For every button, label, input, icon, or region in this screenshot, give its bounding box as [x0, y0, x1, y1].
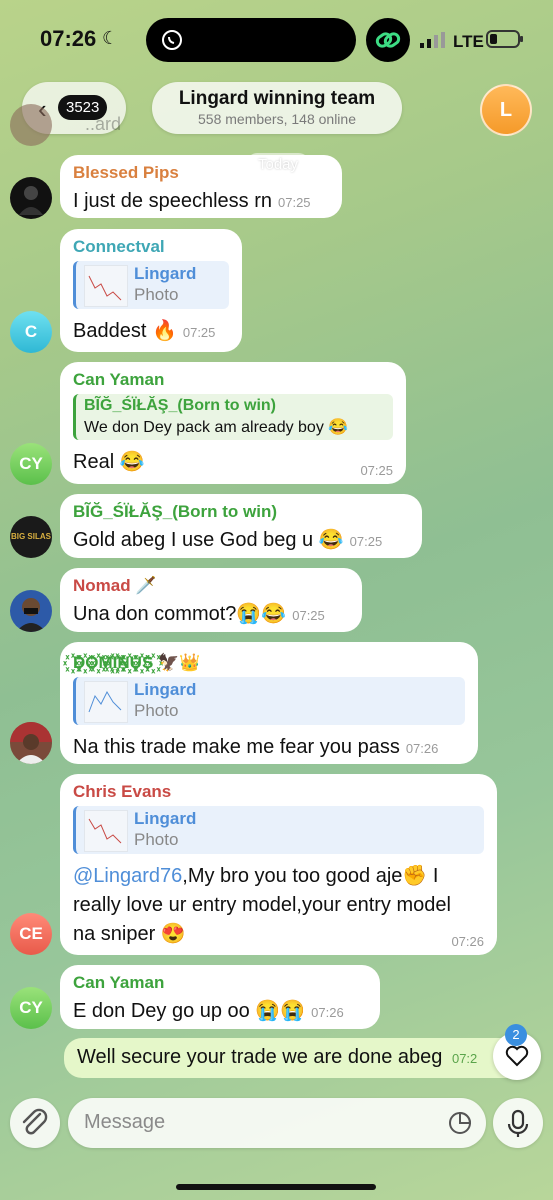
- message-time: 07:25: [182, 325, 216, 340]
- message-text: I just de speechless rn: [73, 190, 272, 212]
- sticker-icon[interactable]: [448, 1111, 472, 1135]
- outgoing-message-bubble[interactable]: Well secure your trade we are done abeg …: [64, 1038, 534, 1078]
- avatar[interactable]: CY: [10, 987, 52, 1029]
- paperclip-icon: [22, 1108, 48, 1135]
- chat-subtitle: 558 members, 148 online: [198, 111, 356, 127]
- reply-sender: Lingard: [134, 264, 197, 283]
- voice-record-button[interactable]: [493, 1098, 543, 1148]
- avatar[interactable]: BIG SILAS: [10, 516, 52, 558]
- message-time: 07:25: [360, 463, 393, 478]
- reply-sender: BĨĞ_ŚÏŁĂŞ_(Born to win): [84, 397, 276, 414]
- message-input[interactable]: Message: [68, 1098, 486, 1148]
- moon-icon: ☾: [102, 28, 119, 48]
- sender-name[interactable]: Nomad 🗡️: [73, 576, 349, 596]
- whatsapp-icon: [162, 30, 182, 50]
- sender-name[interactable]: Can Yaman: [73, 370, 393, 390]
- message-bubble[interactable]: Chris Evans Lingard Photo @Lingard76,My …: [60, 774, 497, 955]
- microphone-icon: [507, 1109, 529, 1137]
- reactions-count-badge: 2: [505, 1024, 527, 1046]
- message-bubble[interactable]: BĨĞ_ŚÏŁĂŞ_(Born to win) Gold abeg I use …: [60, 494, 422, 558]
- status-bar: 07:26 ☾ LTE: [0, 0, 553, 80]
- message-time: 07:25: [292, 608, 325, 623]
- avatar[interactable]: [10, 590, 52, 632]
- message-text: Real 😂: [73, 451, 145, 473]
- message-time: 07:2: [451, 1051, 478, 1066]
- chart-thumbnail: [84, 265, 128, 307]
- heart-icon: [505, 1045, 529, 1067]
- group-avatar[interactable]: L: [480, 84, 532, 136]
- dynamic-island: [146, 18, 356, 62]
- sender-name[interactable]: Can Yaman: [73, 973, 367, 993]
- home-indicator: [176, 1184, 376, 1190]
- reply-preview[interactable]: BĨĞ_ŚÏŁĂŞ_(Born to win) We don Dey pack …: [73, 394, 393, 440]
- avatar-image: [19, 186, 43, 215]
- message-time: 07:26: [405, 741, 439, 756]
- message-text: Una don commot?😭😂: [73, 603, 287, 625]
- reply-type: Photo: [134, 285, 179, 304]
- avatar[interactable]: [10, 722, 52, 764]
- message-text: Na this trade make me fear you pass: [73, 736, 400, 758]
- chart-thumbnail: [84, 810, 128, 852]
- avatar[interactable]: [10, 104, 52, 146]
- chat-title: Lingard winning team: [178, 88, 376, 109]
- reply-preview[interactable]: Lingard Photo: [73, 806, 484, 854]
- chat-header[interactable]: Lingard winning team 558 members, 148 on…: [152, 82, 402, 134]
- message-time: 07:25: [349, 534, 383, 549]
- activity-indicator: [366, 18, 410, 62]
- attach-button[interactable]: [10, 1098, 60, 1148]
- message-bubble[interactable]: Nomad 🗡️ Una don commot?😭😂 07:25: [60, 568, 362, 632]
- reply-preview[interactable]: Lingard Photo: [73, 261, 229, 309]
- faded-sender-name: ..ard: [85, 114, 122, 134]
- message-time: 07:25: [278, 195, 311, 210]
- chart-thumbnail: [84, 681, 128, 723]
- avatar[interactable]: CE: [10, 913, 52, 955]
- message-text: Gold abeg I use God beg u 😂: [73, 529, 344, 551]
- reply-sender: Lingard: [134, 680, 197, 699]
- message-text: Well secure your trade we are done abeg: [77, 1046, 443, 1068]
- network-type: LTE: [453, 32, 484, 51]
- battery-icon: [486, 30, 523, 48]
- signal-icon: [420, 32, 445, 48]
- reply-sender: Lingard: [134, 809, 197, 828]
- message-bubble[interactable]: Can Yaman E don Dey go up oo 😭😭 07:26: [60, 965, 380, 1029]
- sender-name[interactable]: ꙰D꙰O꙰M꙰I꙰N꙰U꙰S꙰ 🦅👑: [73, 650, 465, 673]
- message-time: 07:26: [311, 1005, 344, 1020]
- message-text: E don Dey go up oo 😭😭: [73, 1000, 306, 1022]
- message-time: 07:26: [451, 934, 484, 949]
- mention-link[interactable]: @Lingard76: [73, 865, 182, 887]
- reply-type: Photo: [134, 830, 179, 849]
- reply-preview[interactable]: Lingard Photo: [73, 677, 465, 725]
- sender-name[interactable]: Chris Evans: [73, 782, 484, 802]
- link-icon: [375, 32, 401, 48]
- reply-type: Photo: [134, 701, 179, 720]
- message-bubble[interactable]: Can Yaman BĨĞ_ŚÏŁĂŞ_(Born to win) We don…: [60, 362, 406, 484]
- avatar[interactable]: [10, 177, 52, 219]
- avatar[interactable]: CY: [10, 443, 52, 485]
- avatar-image: [16, 598, 46, 632]
- reply-text: We don Dey pack am already boy 😂: [84, 419, 349, 436]
- date-chip: Today: [246, 153, 311, 176]
- message-text: Baddest 🔥: [73, 320, 177, 342]
- message-bubble[interactable]: Connectval Lingard Photo Baddest 🔥 07:25: [60, 229, 242, 352]
- avatar[interactable]: C: [10, 311, 52, 353]
- avatar-image: [10, 722, 52, 764]
- sender-name[interactable]: Connectval: [73, 237, 229, 257]
- message-bubble[interactable]: ꙰D꙰O꙰M꙰I꙰N꙰U꙰S꙰ 🦅👑 Lingard Photo Na this…: [60, 642, 478, 764]
- clock: 07:26: [40, 26, 97, 51]
- message-placeholder: Message: [84, 1111, 166, 1133]
- sender-name[interactable]: BĨĞ_ŚÏŁĂŞ_(Born to win): [73, 502, 409, 522]
